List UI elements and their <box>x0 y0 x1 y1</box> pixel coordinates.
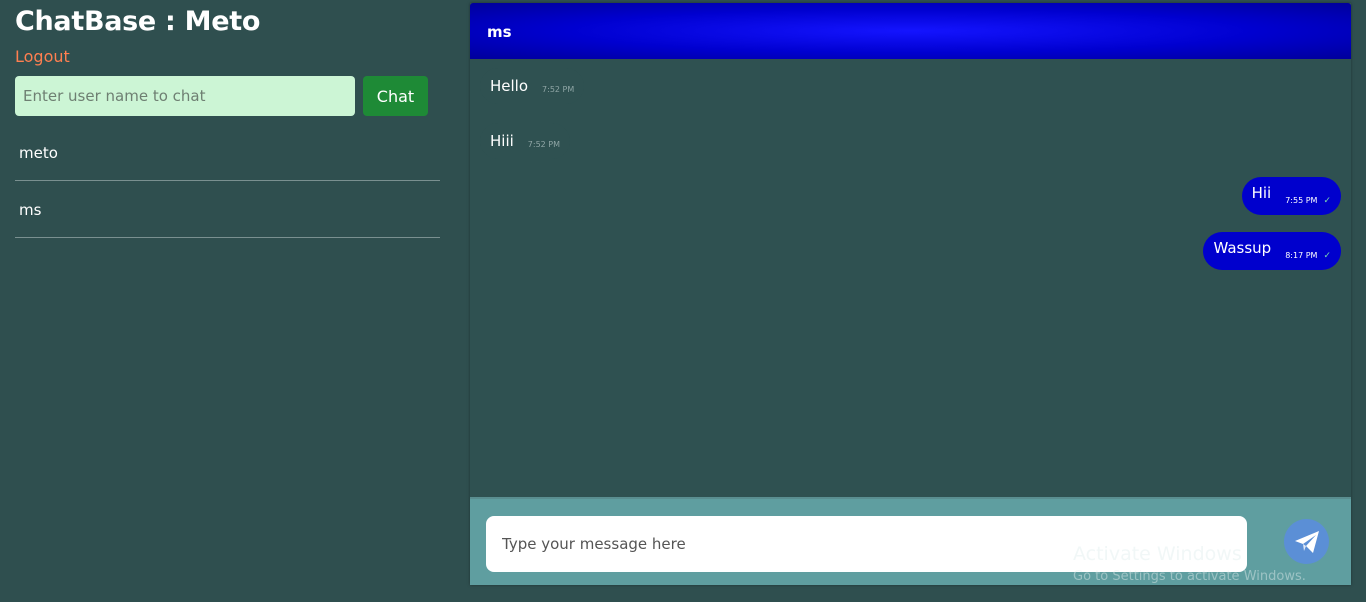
user-item-ms[interactable]: ms <box>15 181 440 238</box>
user-search-row: Chat <box>15 76 440 116</box>
sidebar: ChatBase : Meto Logout Chat meto ms <box>15 0 440 602</box>
activate-windows-watermark-subtitle: Go to Settings to activate Windows. <box>1073 569 1306 584</box>
user-list: meto ms <box>15 124 440 238</box>
chat-contact-name: ms <box>487 23 512 41</box>
send-button[interactable] <box>1284 519 1329 564</box>
message-time: 7:52 PM <box>542 84 575 94</box>
message-incoming: Hello 7:52 PM <box>480 68 585 104</box>
user-item-meto[interactable]: meto <box>15 124 440 181</box>
check-icon: ✓ <box>1323 194 1331 205</box>
message-time: 8:17 PM <box>1285 250 1318 260</box>
activate-windows-watermark-title: Activate Windows <box>1073 543 1242 565</box>
message-text: Hii <box>1251 184 1272 202</box>
chat-panel: ms Hello 7:52 PM Hiii 7:52 PM Hii 7:55 P… <box>470 3 1351 585</box>
message-text: Hiii <box>490 132 514 150</box>
message-outgoing: Wassup 8:17 PM ✓ <box>1203 232 1341 270</box>
message-list: Hello 7:52 PM Hiii 7:52 PM Hii 7:55 PM ✓… <box>470 59 1351 497</box>
check-icon: ✓ <box>1323 249 1331 260</box>
app-title: ChatBase : Meto <box>15 6 261 37</box>
user-search-input[interactable] <box>15 76 355 116</box>
chat-button[interactable]: Chat <box>363 76 428 116</box>
message-outgoing: Hii 7:55 PM ✓ <box>1241 177 1341 215</box>
message-text: Wassup <box>1213 239 1272 257</box>
paper-plane-icon <box>1294 530 1319 553</box>
message-time: 7:52 PM <box>527 139 561 149</box>
message-time: 7:55 PM <box>1285 195 1318 205</box>
chat-header: ms <box>470 3 1351 59</box>
logout-link[interactable]: Logout <box>15 47 70 66</box>
message-incoming: Hiii 7:52 PM <box>480 123 571 159</box>
message-text: Hello <box>490 77 529 95</box>
